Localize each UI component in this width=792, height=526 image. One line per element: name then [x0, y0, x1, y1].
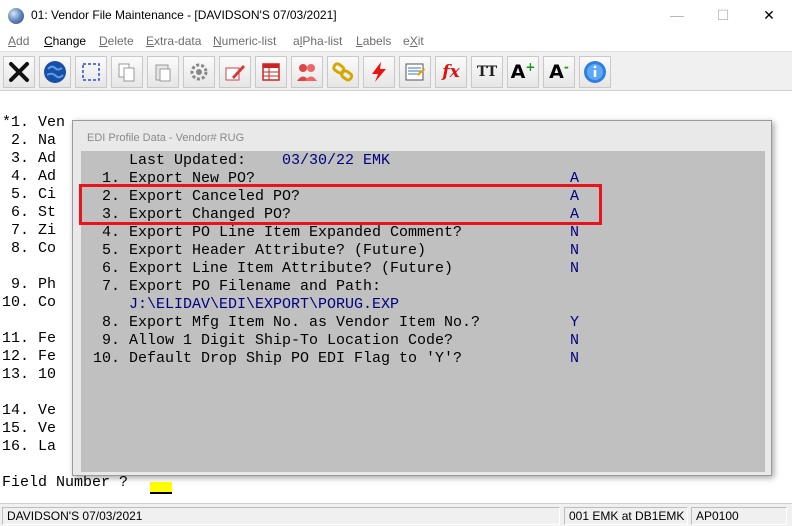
item-7-path-value[interactable]: J:\ELIDAV\EDI\EXPORT\PORUG.EXP — [129, 296, 399, 314]
minimize-button[interactable]: — — [654, 0, 700, 31]
field-line-11[interactable]: 11. Fe — [2, 330, 56, 348]
field-number-input[interactable] — [150, 482, 172, 494]
item-5-value[interactable]: N — [570, 242, 579, 260]
function-fx-icon[interactable]: fx — [435, 56, 467, 88]
help-info-icon[interactable] — [579, 56, 611, 88]
highlight-annotation — [79, 184, 602, 225]
field-line-13[interactable]: 13. 10 — [2, 366, 56, 384]
users-icon[interactable] — [291, 56, 323, 88]
field-line-5[interactable]: 5. Ci — [2, 186, 56, 204]
field-line-15[interactable]: 15. Ve — [2, 420, 56, 438]
status-program: AP0100 — [691, 507, 787, 525]
item-8-number: 8. — [93, 314, 121, 331]
status-company: DAVIDSON'S 07/03/2021 — [2, 507, 560, 525]
field-line-1[interactable]: *1. Ven — [2, 114, 65, 132]
item-10-number: 10. — [93, 350, 121, 367]
exit-x-icon[interactable] — [3, 56, 35, 88]
font-increase-icon[interactable]: A + — [507, 56, 539, 88]
field-line-7[interactable]: 7. Zi — [2, 222, 56, 240]
last-updated-label: Last Updated: — [129, 152, 247, 169]
status-bar: DAVIDSON'S 07/03/2021 001 EMK at DB1EMK … — [0, 503, 792, 526]
field-line-10[interactable]: 10. Co — [2, 294, 56, 312]
paste-icon[interactable] — [147, 56, 179, 88]
field-line-8[interactable]: 8. Co — [2, 240, 56, 258]
menu-change[interactable]: Change — [44, 34, 86, 48]
field-line-16[interactable]: 16. La — [2, 438, 56, 456]
app-globe-icon — [8, 8, 24, 24]
item-10-value[interactable]: N — [570, 350, 579, 368]
field-line-4[interactable]: 4. Ad — [2, 168, 56, 186]
menu-bar: Add Change Delete Extra-data Numeric-lis… — [0, 31, 792, 51]
spreadsheet-icon[interactable] — [255, 56, 287, 88]
menu-labels[interactable]: Labels — [356, 34, 391, 48]
field-line-2[interactable]: 2. Na — [2, 132, 56, 150]
plus-sign: + — [525, 60, 536, 74]
globe-icon[interactable] — [39, 56, 71, 88]
status-session: 001 EMK at DB1EMK — [564, 507, 688, 525]
field-line-12[interactable]: 12. Fe — [2, 348, 56, 366]
item-7-label: Export PO Filename and Path: — [129, 278, 382, 295]
field-line-14[interactable]: 14. Ve — [2, 402, 56, 420]
menu-numeric-list[interactable]: Numeric-list — [213, 34, 276, 48]
maximize-button[interactable]: ☐ — [700, 0, 746, 31]
font-decrease-icon[interactable]: A- — [543, 56, 575, 88]
minus-sign: - — [563, 60, 569, 74]
edi-profile-dialog: EDI Profile Data - Vendor# RUG Last Upda… — [72, 120, 772, 476]
link-chain-icon[interactable] — [327, 56, 359, 88]
item-4-label: Export PO Line Item Expanded Comment? — [129, 224, 463, 241]
item-4-number: 4. — [93, 224, 121, 241]
menu-exit[interactable]: eXit — [403, 34, 424, 48]
window-title: 01: Vendor File Maintenance - [DAVIDSON'… — [31, 8, 337, 22]
menu-alpha-list[interactable]: alPha-list — [293, 34, 342, 48]
close-button[interactable]: ✕ — [746, 0, 792, 31]
lightning-icon[interactable] — [363, 56, 395, 88]
font-decrease-letter: A — [549, 61, 564, 83]
item-5-number: 5. — [93, 242, 121, 259]
menu-delete[interactable]: Delete — [99, 34, 134, 48]
font-size-icon[interactable]: TT — [471, 56, 503, 88]
field-number-prompt: Field Number ? — [2, 474, 138, 491]
item-10-label: Default Drop Ship PO EDI Flag to 'Y'? — [129, 350, 463, 367]
item-6-number: 6. — [93, 260, 121, 277]
edit-pencil-icon[interactable] — [219, 56, 251, 88]
item-6-label: Export Line Item Attribute? (Future) — [129, 260, 454, 277]
field-line-6[interactable]: 6. St — [2, 204, 56, 222]
item-9-value[interactable]: N — [570, 332, 579, 350]
item-8-value[interactable]: Y — [570, 314, 579, 332]
item-9-number: 9. — [93, 332, 121, 349]
copy-icon[interactable] — [111, 56, 143, 88]
menu-add[interactable]: Add — [8, 34, 29, 48]
field-line-9[interactable]: 9. Ph — [2, 276, 56, 294]
report-icon[interactable] — [399, 56, 431, 88]
item-6-value[interactable]: N — [570, 260, 579, 278]
settings-gear-icon[interactable] — [183, 56, 215, 88]
item-9-label: Allow 1 Digit Ship-To Location Code? — [129, 332, 454, 349]
item-5-label: Export Header Attribute? (Future) — [129, 242, 427, 259]
font-increase-letter: A — [510, 61, 526, 83]
menu-extra-data[interactable]: Extra-data — [146, 34, 201, 48]
last-updated-value: 03/30/22 EMK — [282, 152, 391, 169]
field-line-3[interactable]: 3. Ad — [2, 150, 56, 168]
item-8-label: Export Mfg Item No. as Vendor Item No.? — [129, 314, 481, 331]
item-4-value[interactable]: N — [570, 224, 579, 242]
title-bar: 01: Vendor File Maintenance - [DAVIDSON'… — [0, 0, 792, 31]
select-icon[interactable] — [75, 56, 107, 88]
toolbar: fx TT A + A- — [0, 51, 792, 91]
dialog-title: EDI Profile Data - Vendor# RUG — [87, 132, 245, 144]
item-7-number: 7. — [93, 278, 121, 295]
